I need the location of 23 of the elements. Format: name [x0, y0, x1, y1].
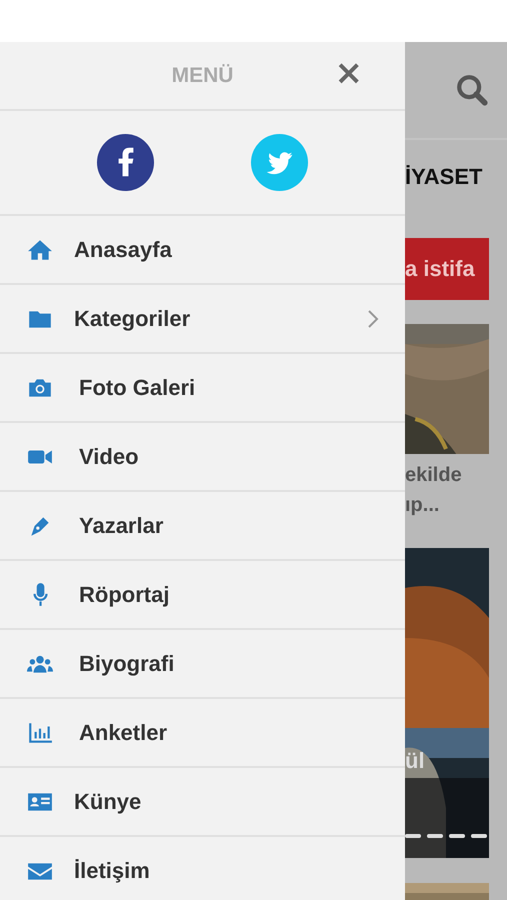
- chevron-right-icon: [367, 308, 379, 328]
- twitter-icon[interactable]: [250, 133, 309, 192]
- menu-item-label: Yazarlar: [79, 512, 164, 538]
- menu-item-label: Röportaj: [79, 582, 170, 608]
- menu-item-label: İletişim: [74, 858, 150, 884]
- menu-title: MENÜ: [172, 64, 234, 88]
- slide-caption: ül: [405, 748, 425, 774]
- menu-item-label: Foto Galeri: [79, 374, 196, 400]
- menu-item-label: Künye: [74, 788, 142, 814]
- menu-item-label: Biyografi: [79, 650, 174, 676]
- menu-item-label: Anasayfa: [74, 236, 172, 262]
- close-button[interactable]: ×: [330, 56, 367, 90]
- menu-item-label: Kategoriler: [74, 306, 190, 332]
- search-icon[interactable]: [455, 73, 489, 107]
- menu-item-label: Anketler: [79, 720, 168, 746]
- headline-text: ekilde: [405, 463, 463, 488]
- menu-item[interactable]: İletişim: [0, 837, 405, 900]
- facebook-icon[interactable]: [96, 133, 155, 192]
- headline-text: ıp...: [405, 493, 440, 518]
- nav-tab[interactable]: İYASET: [405, 164, 482, 190]
- menu-item-label: Video: [79, 444, 139, 470]
- menu-item[interactable]: Künye: [0, 768, 405, 837]
- news-banner[interactable]: a istifa: [405, 238, 489, 300]
